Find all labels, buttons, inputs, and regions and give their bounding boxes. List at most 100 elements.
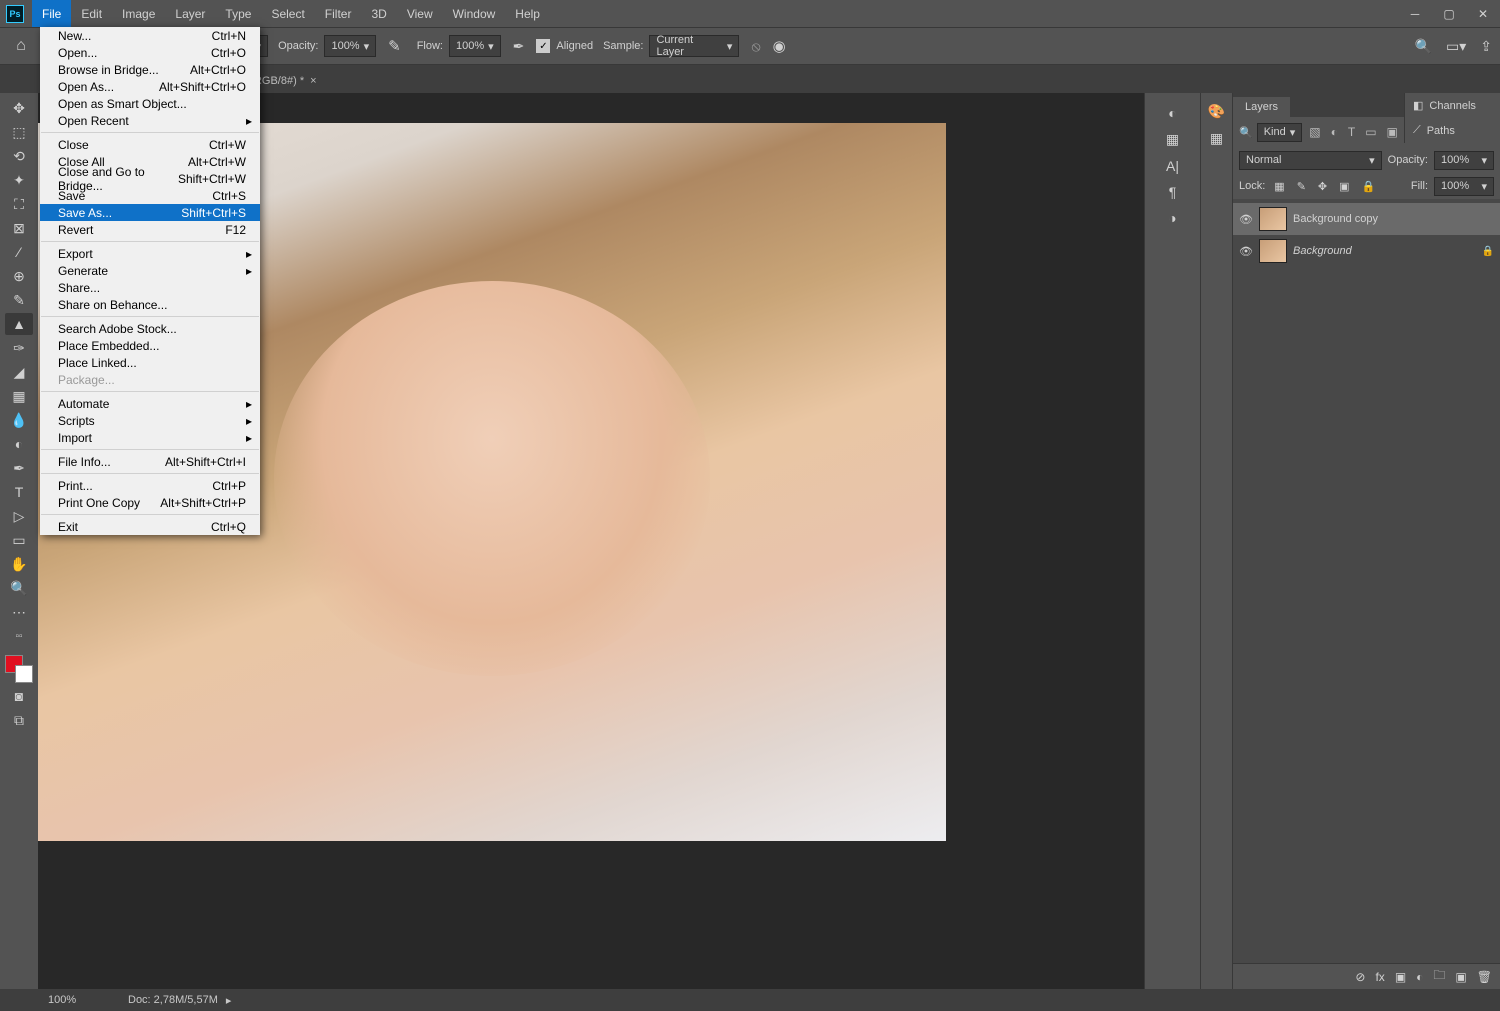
menu-item[interactable]: RevertF12 — [40, 221, 260, 238]
edit-toolbar-icon[interactable]: ▫▫ — [5, 625, 33, 647]
menu-item[interactable]: Share... — [40, 279, 260, 296]
color-panel-icon[interactable]: 🎨 — [1208, 103, 1225, 120]
menu-item[interactable]: Open...Ctrl+O — [40, 44, 260, 61]
aligned-checkbox[interactable]: ✓ — [536, 39, 550, 53]
screenmode-icon[interactable]: ⧉ — [5, 709, 33, 731]
menu-item[interactable]: Print...Ctrl+P — [40, 477, 260, 494]
maximize-button[interactable]: ▢ — [1432, 0, 1466, 27]
crop-tool[interactable]: ⛶ — [5, 193, 33, 215]
ignore-adjust-icon[interactable]: ⦸ — [751, 38, 760, 55]
search-icon[interactable]: 🔍 — [1415, 38, 1432, 55]
filter-smart-icon[interactable]: ▣ — [1384, 125, 1401, 139]
menu-item[interactable]: ExitCtrl+Q — [40, 518, 260, 535]
menu-file[interactable]: File — [32, 0, 71, 27]
paragraph-icon[interactable]: ¶ — [1169, 184, 1177, 200]
frame-tool[interactable]: ⊠ — [5, 217, 33, 239]
adjustment-layer-icon[interactable]: ◐ — [1416, 970, 1423, 984]
workspace-icon[interactable]: ▭▾ — [1446, 38, 1466, 55]
stroke-icon[interactable]: ◑ — [1168, 210, 1176, 226]
share-icon[interactable]: ⇪ — [1480, 38, 1492, 55]
delete-layer-icon[interactable]: 🗑 — [1477, 970, 1492, 984]
quick-select-tool[interactable]: ✦ — [5, 169, 33, 191]
hand-tool[interactable]: ✋ — [5, 553, 33, 575]
menu-layer[interactable]: Layer — [165, 0, 215, 27]
character-icon[interactable]: A| — [1166, 158, 1179, 174]
menu-3d[interactable]: 3D — [361, 0, 396, 27]
menu-help[interactable]: Help — [505, 0, 550, 27]
menu-item[interactable]: Generate▸ — [40, 262, 260, 279]
filter-kind-select[interactable]: Kind▾ — [1257, 123, 1303, 142]
menu-item[interactable]: Browse in Bridge...Alt+Ctrl+O — [40, 61, 260, 78]
clone-stamp-tool[interactable]: ▲ — [5, 313, 33, 335]
minimize-button[interactable]: ─ — [1398, 0, 1432, 27]
type-tool[interactable]: T — [5, 481, 33, 503]
lock-all-icon[interactable]: 🔒 — [1359, 180, 1379, 193]
lock-image-icon[interactable]: ✎ — [1294, 180, 1309, 193]
zoom-value[interactable]: 100% — [48, 994, 108, 1006]
menu-item[interactable]: Print One CopyAlt+Shift+Ctrl+P — [40, 494, 260, 511]
pressure-opacity-icon[interactable]: ✎ — [388, 37, 401, 55]
gradient-tool[interactable]: ▦ — [5, 385, 33, 407]
dodge-tool[interactable]: ◐ — [5, 433, 33, 455]
adjustments-icon[interactable]: ◐ — [1168, 105, 1176, 121]
menu-item[interactable]: CloseCtrl+W — [40, 136, 260, 153]
color-swatches[interactable] — [5, 655, 33, 683]
layers-panel-tab[interactable]: Layers — [1233, 97, 1290, 117]
rectangle-tool[interactable]: ▭ — [5, 529, 33, 551]
filter-shape-icon[interactable]: ▭ — [1362, 125, 1379, 139]
link-layers-icon[interactable]: ⊘ — [1355, 970, 1365, 984]
brush-tool[interactable]: ✎ — [5, 289, 33, 311]
menu-item[interactable]: Share on Behance... — [40, 296, 260, 313]
menu-item[interactable]: Place Linked... — [40, 354, 260, 371]
pen-tool[interactable]: ✒ — [5, 457, 33, 479]
status-arrow-icon[interactable]: ▸ — [226, 994, 232, 1007]
layer-name[interactable]: Background — [1293, 245, 1352, 257]
menu-item[interactable]: Close and Go to Bridge...Shift+Ctrl+W — [40, 170, 260, 187]
menu-item[interactable]: Search Adobe Stock... — [40, 320, 260, 337]
blur-tool[interactable]: 💧 — [5, 409, 33, 431]
menu-filter[interactable]: Filter — [315, 0, 362, 27]
eyedropper-tool[interactable]: ⁄ — [5, 241, 33, 263]
visibility-icon[interactable]: 👁 — [1239, 213, 1253, 226]
filter-pixel-icon[interactable]: ▧ — [1306, 125, 1323, 139]
marquee-tool[interactable]: ⬚ — [5, 121, 33, 143]
paths-panel-button[interactable]: ⟋ Paths — [1405, 118, 1500, 143]
styles-icon[interactable]: ▦ — [1166, 131, 1179, 148]
airbrush-icon[interactable]: ✒ — [513, 38, 525, 55]
lock-trans-icon[interactable]: ▦ — [1271, 180, 1287, 193]
background-swatch[interactable] — [15, 665, 33, 683]
menu-item[interactable]: Open Recent▸ — [40, 112, 260, 129]
layer-thumbnail[interactable] — [1259, 239, 1287, 263]
menu-image[interactable]: Image — [112, 0, 165, 27]
layer-row[interactable]: 👁 Background copy — [1233, 203, 1500, 235]
menu-item[interactable]: Export▸ — [40, 245, 260, 262]
menu-item[interactable]: Open as Smart Object... — [40, 95, 260, 112]
flow-select[interactable]: 100%▾ — [449, 35, 501, 57]
move-tool[interactable]: ✥ — [5, 97, 33, 119]
healing-tool[interactable]: ⊕ — [5, 265, 33, 287]
menu-item[interactable]: New...Ctrl+N — [40, 27, 260, 44]
channels-panel-button[interactable]: ◧ Channels — [1405, 93, 1500, 118]
menu-item[interactable]: Save As...Shift+Ctrl+S — [40, 204, 260, 221]
document-size[interactable]: Doc: 2,78M/5,57M — [128, 994, 218, 1006]
layer-row[interactable]: 👁 Background 🔒 — [1233, 235, 1500, 267]
menu-window[interactable]: Window — [443, 0, 506, 27]
menu-item[interactable]: Automate▸ — [40, 395, 260, 412]
visibility-icon[interactable]: 👁 — [1239, 245, 1253, 258]
menu-item[interactable]: Open As...Alt+Shift+Ctrl+O — [40, 78, 260, 95]
lock-nest-icon[interactable]: ▣ — [1336, 180, 1352, 193]
opacity-select[interactable]: 100%▾ — [324, 35, 376, 57]
quickmask-icon[interactable]: ◙ — [5, 685, 33, 707]
group-icon[interactable]: 🗀 — [1433, 966, 1445, 987]
pressure-size-icon[interactable]: ◉ — [773, 37, 786, 55]
close-button[interactable]: ✕ — [1466, 0, 1500, 27]
sample-select[interactable]: Current Layer▾ — [649, 35, 739, 57]
zoom-tool[interactable]: 🔍 — [5, 577, 33, 599]
layer-thumbnail[interactable] — [1259, 207, 1287, 231]
history-brush-tool[interactable]: ✑ — [5, 337, 33, 359]
fill-select[interactable]: 100%▾ — [1434, 177, 1494, 196]
layer-name[interactable]: Background copy — [1293, 213, 1378, 225]
lasso-tool[interactable]: ⟲ — [5, 145, 33, 167]
menu-item[interactable]: Place Embedded... — [40, 337, 260, 354]
new-layer-icon[interactable]: ▣ — [1455, 970, 1466, 984]
